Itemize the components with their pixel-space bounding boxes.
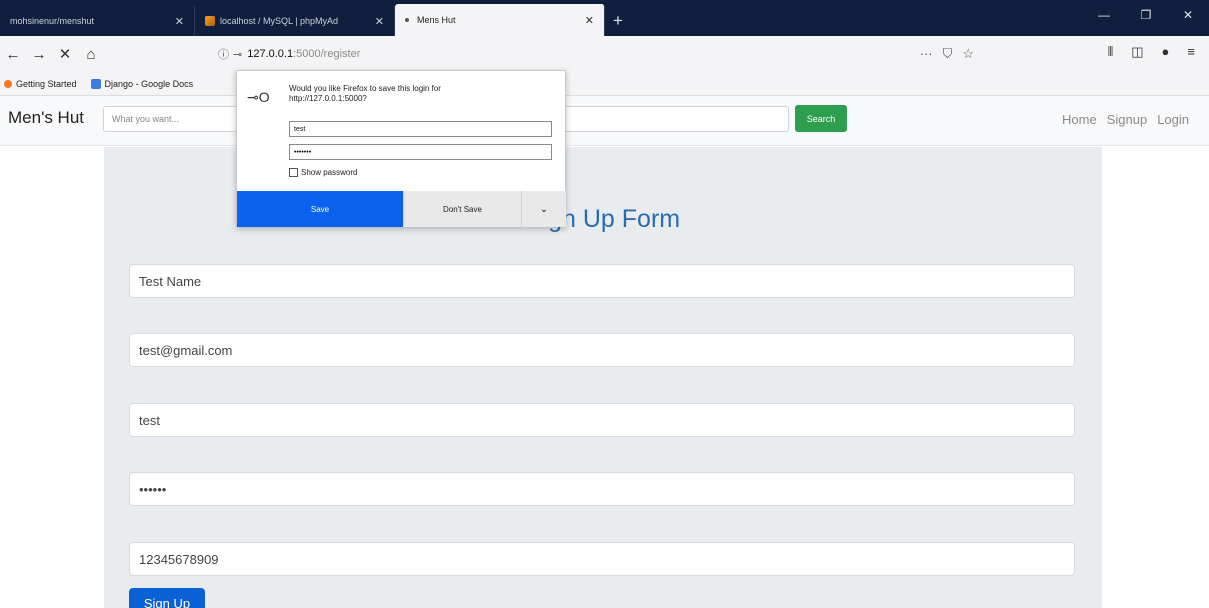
site-links: Home Signup Login <box>1062 112 1189 127</box>
login-key-icon[interactable]: ⊸ <box>233 48 242 61</box>
tab-bar: mohsinenur/menshut ✕ localhost / MySQL |… <box>0 0 1209 36</box>
loading-dot-icon <box>405 18 409 22</box>
close-icon[interactable]: ✕ <box>585 14 594 27</box>
phone-field[interactable]: 12345678909 <box>129 542 1075 576</box>
back-icon[interactable]: ← <box>0 46 26 63</box>
popup-message: Would you like Firefox to save this logi… <box>289 84 441 103</box>
nav-link-signup[interactable]: Signup <box>1107 112 1147 127</box>
save-button[interactable]: Save <box>237 191 403 227</box>
sidebar-icon[interactable]: ◫ <box>1131 44 1143 60</box>
close-window-icon[interactable]: ✕ <box>1167 8 1209 22</box>
new-tab-button[interactable]: + <box>605 6 631 36</box>
window-controls: — ❐ ✕ <box>1083 0 1209 30</box>
nav-link-login[interactable]: Login <box>1157 112 1189 127</box>
tab-label: localhost / MySQL | phpMyAd <box>220 16 339 26</box>
bookmark-getting-started[interactable]: Getting Started <box>4 79 77 89</box>
tab-github[interactable]: mohsinenur/menshut ✕ <box>0 6 195 36</box>
browser-window: mohsinenur/menshut ✕ localhost / MySQL |… <box>0 0 1209 608</box>
bookmark-label: Django - Google Docs <box>104 78 194 89</box>
close-icon[interactable]: ✕ <box>375 15 384 28</box>
bookmarks-bar: Getting Started Django - Google Docs <box>0 72 1209 96</box>
password-field[interactable]: •••••• <box>129 472 1075 506</box>
show-password-checkbox[interactable]: Show password <box>289 168 357 177</box>
chevron-down-icon[interactable]: ⌄ <box>521 191 566 227</box>
google-docs-icon <box>90 78 101 89</box>
popup-buttons: Save Don't Save ⌄ <box>237 191 566 227</box>
url-actions: ··· ⛉ ☆ <box>920 46 974 62</box>
search-button[interactable]: Search <box>795 105 847 132</box>
close-icon[interactable]: ✕ <box>175 15 184 28</box>
info-icon[interactable]: ⓘ <box>218 46 229 62</box>
forward-icon[interactable]: → <box>26 46 52 63</box>
nav-link-home[interactable]: Home <box>1062 112 1097 127</box>
tab-label: Mens Hut <box>417 15 456 25</box>
pocket-icon[interactable]: ⛉ <box>943 46 953 62</box>
tab-label: mohsinenur/menshut <box>10 16 95 26</box>
url-path: :5000/register <box>293 48 361 60</box>
restore-icon[interactable]: ❐ <box>1125 8 1167 22</box>
email-field[interactable]: test@gmail.com <box>129 333 1075 367</box>
checkbox-icon <box>289 168 298 177</box>
url-host: 127.0.0.1 <box>247 48 294 60</box>
site-navbar: Men's Hut What you want... Home Signup L… <box>0 96 1209 146</box>
tab-phpmyadmin[interactable]: localhost / MySQL | phpMyAd ✕ <box>195 6 395 36</box>
bookmark-star-icon[interactable]: ☆ <box>962 46 974 62</box>
bookmark-label: Getting Started <box>16 78 77 89</box>
key-icon: ⊸O <box>247 89 270 105</box>
address-bar[interactable]: ⓘ ⊸ 127.0.0.1 :5000/register ··· ⛉ ☆ <box>218 41 988 67</box>
show-password-label: Show password <box>301 168 358 177</box>
tab-menshut[interactable]: Mens Hut ✕ <box>395 4 605 36</box>
popup-username-field[interactable]: test <box>289 121 552 137</box>
minimize-icon[interactable]: — <box>1083 8 1125 22</box>
home-icon[interactable]: ⌂ <box>78 46 104 63</box>
menu-icon[interactable]: ≡ <box>1187 44 1195 60</box>
toolbar-right: ⫴ ◫ ● ≡ <box>1108 44 1195 60</box>
save-login-popup: ⊸O Would you like Firefox to save this l… <box>236 70 566 227</box>
page-actions-icon[interactable]: ··· <box>920 46 933 62</box>
popup-password-field[interactable]: ••••••• <box>289 144 552 160</box>
name-field[interactable]: Test Name <box>129 264 1075 298</box>
signup-button[interactable]: Sign Up <box>129 588 205 608</box>
username-field[interactable]: test <box>129 403 1075 437</box>
site-brand[interactable]: Men's Hut <box>8 108 84 128</box>
bookmark-django-docs[interactable]: Django - Google Docs <box>90 78 194 89</box>
library-icon[interactable]: ⫴ <box>1108 44 1113 60</box>
firefox-icon <box>4 79 12 88</box>
phpmyadmin-icon <box>205 16 215 26</box>
dont-save-button[interactable]: Don't Save <box>403 191 521 227</box>
account-icon[interactable]: ● <box>1162 44 1170 60</box>
stop-icon[interactable]: ✕ <box>52 45 78 63</box>
